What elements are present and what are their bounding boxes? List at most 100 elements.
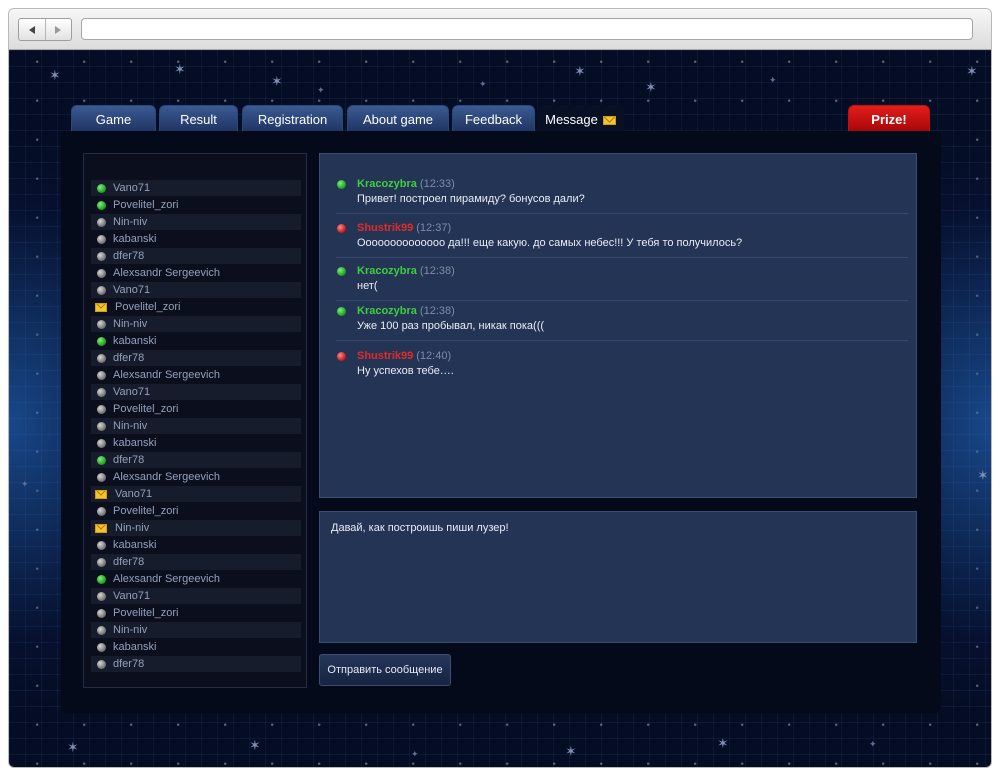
tab-label: Prize! (871, 112, 907, 127)
offline-status-icon (97, 642, 106, 652)
chat-message: Shustrik99 (12:40) Ну успехов тебе…. (336, 349, 908, 385)
forward-button[interactable] (44, 19, 72, 40)
busy-status-icon (337, 351, 346, 361)
star-icon: ✦ (411, 749, 419, 759)
tab-label: Registration (257, 112, 328, 127)
message-header: Shustrik99 (12:37) (336, 221, 908, 235)
offline-status-icon (97, 472, 106, 482)
contact-item[interactable]: Nin-niv (91, 418, 301, 434)
contact-item[interactable]: Povelitel_zori (91, 299, 301, 315)
back-button[interactable] (19, 19, 45, 40)
star-icon: ✦ (769, 75, 777, 85)
contact-name: Alexsandr Sergeevich (113, 267, 221, 279)
tab-prize[interactable]: Prize! (848, 105, 930, 132)
message-author[interactable]: Shustrik99 (357, 222, 413, 234)
contact-item[interactable]: Vano71 (91, 180, 301, 196)
message-time: (12:38) (419, 305, 455, 317)
contact-name: Nin-niv (113, 624, 148, 636)
contact-item[interactable]: kabanski (91, 231, 301, 247)
offline-status-icon (97, 540, 106, 550)
contact-item[interactable]: Vano71 (91, 588, 301, 604)
chat-message: Shustrik99 (12:37) Оооооооооооооо да!!! ещ… (336, 221, 908, 258)
offline-status-icon (97, 608, 106, 618)
forward-arrow-icon (55, 25, 62, 34)
star-icon: ✶ (565, 743, 577, 759)
contact-item[interactable]: Povelitel_zori (91, 503, 301, 519)
address-bar[interactable] (81, 18, 973, 40)
page-background: ✶ ✶ ✶ ✶ ✶ ✶ ✦ ✦ ✦ ✶ ✶ ✶ ✶ ✦ ✦ ✶ ✦ Game R… (9, 50, 991, 767)
contact-name: Nin-niv (113, 318, 148, 330)
offline-status-icon (97, 251, 106, 261)
contact-item[interactable]: dfer78 (91, 350, 301, 366)
contact-item[interactable]: Povelitel_zori (91, 401, 301, 417)
offline-status-icon (97, 438, 106, 448)
contact-name: kabanski (113, 437, 157, 449)
message-author[interactable]: Kracozybra (357, 305, 417, 317)
tab-message[interactable]: Message (537, 105, 624, 132)
tab-label: Game (95, 112, 132, 127)
envelope-icon (95, 302, 107, 312)
message-text: Уже 100 раз пробывал, никак пока((( (357, 320, 545, 332)
contact-name: Vano71 (115, 488, 153, 500)
contact-item[interactable]: Nin-niv (91, 520, 301, 536)
offline-status-icon (97, 659, 106, 669)
send-message-button[interactable]: Отправить сообщение (319, 654, 451, 686)
contact-name: dfer78 (113, 250, 145, 262)
star-icon: ✦ (479, 79, 487, 89)
contact-item[interactable]: kabanski (91, 639, 301, 655)
message-text: Привет! построел пирамиду? бонусов дали? (357, 193, 585, 205)
star-icon: ✶ (249, 737, 261, 753)
offline-status-icon (97, 285, 106, 295)
offline-status-icon (97, 353, 106, 363)
contact-item[interactable]: Alexsandr Sergeevich (91, 265, 301, 281)
contact-item[interactable]: Vano71 (91, 282, 301, 298)
message-author[interactable]: Kracozybra (357, 265, 417, 277)
browser-window: ✶ ✶ ✶ ✶ ✶ ✶ ✦ ✦ ✦ ✶ ✶ ✶ ✶ ✦ ✦ ✶ ✦ Game R… (8, 8, 992, 768)
contact-name: Alexsandr Sergeevich (113, 573, 221, 585)
contact-item[interactable]: Vano71 (91, 384, 301, 400)
chat-message: Kracozybra (12:38) Уже 100 раз пробывал, н… (336, 304, 908, 341)
contact-name: kabanski (113, 335, 157, 347)
contact-item[interactable]: Alexsandr Sergeevich (91, 367, 301, 383)
offline-status-icon (97, 217, 106, 227)
contact-name: kabanski (113, 233, 157, 245)
online-status-icon (97, 200, 106, 210)
message-header: Kracozybra (12:33) (336, 177, 908, 191)
contact-item[interactable]: Nin-niv (91, 622, 301, 638)
tab-feedback[interactable]: Feedback (452, 105, 535, 132)
contact-name: dfer78 (113, 454, 145, 466)
contact-name: Nin-niv (113, 216, 148, 228)
contact-name: Vano71 (113, 182, 151, 194)
message-author[interactable]: Shustrik99 (357, 350, 413, 362)
contact-item[interactable]: dfer78 (91, 248, 301, 264)
online-status-icon (97, 455, 106, 465)
contact-item[interactable]: kabanski (91, 435, 301, 451)
tab-registration[interactable]: Registration (242, 105, 343, 132)
contact-item[interactable]: Nin-niv (91, 214, 301, 230)
contact-name: Vano71 (113, 590, 151, 602)
online-status-icon (97, 574, 106, 584)
contact-item[interactable]: Alexsandr Sergeevich (91, 571, 301, 587)
message-input[interactable]: Давай, как построишь пиши лузер! (319, 511, 917, 643)
contact-item[interactable]: kabanski (91, 333, 301, 349)
tab-game[interactable]: Game (71, 105, 156, 132)
online-status-icon (337, 179, 346, 189)
contact-item[interactable]: dfer78 (91, 554, 301, 570)
contact-item[interactable]: Povelitel_zori (91, 197, 301, 213)
contact-item[interactable]: kabanski (91, 537, 301, 553)
envelope-icon (602, 116, 616, 125)
contact-name: Nin-niv (113, 420, 148, 432)
contact-item[interactable]: Alexsandr Sergeevich (91, 469, 301, 485)
contact-name: Povelitel_zori (113, 199, 179, 211)
contact-item[interactable]: dfer78 (91, 656, 301, 672)
online-status-icon (337, 306, 346, 316)
contact-item[interactable]: Nin-niv (91, 316, 301, 332)
star-icon: ✶ (271, 73, 283, 89)
message-author[interactable]: Kracozybra (357, 178, 417, 190)
tab-result[interactable]: Result (159, 105, 238, 132)
tab-about-game[interactable]: About game (347, 105, 449, 132)
contact-item[interactable]: dfer78 (91, 452, 301, 468)
chat-message: Kracozybra (12:38) нет( (336, 264, 908, 301)
contact-item[interactable]: Povelitel_zori (91, 605, 301, 621)
contact-item[interactable]: Vano71 (91, 486, 301, 502)
